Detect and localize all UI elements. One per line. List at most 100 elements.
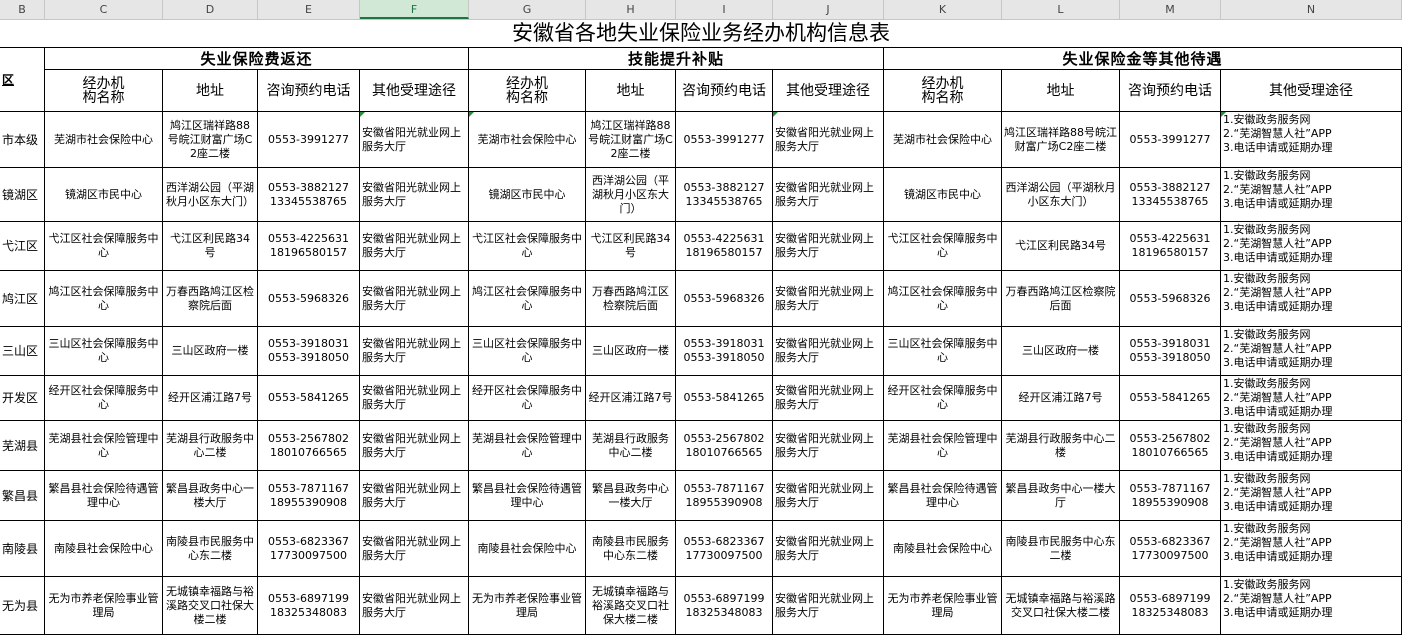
address-cell[interactable]: 南陵县市民服务中心东二楼 bbox=[1002, 521, 1120, 577]
address-cell[interactable]: 鸠江区瑞祥路88号皖江财富广场C2座二楼 bbox=[163, 112, 258, 168]
agency-cell[interactable]: 经开区社会保障服务中心 bbox=[45, 376, 163, 421]
column-header-l[interactable]: L bbox=[1002, 0, 1120, 19]
agency-cell[interactable]: 芜湖市社会保险中心 bbox=[884, 112, 1002, 168]
other-channel-cell[interactable]: 1.安徽政务服务网 2.“芜湖智慧人社”APP 3.电话申请或延期办理 bbox=[1221, 222, 1402, 271]
agency-cell[interactable]: 无为市养老保险事业管理局 bbox=[469, 577, 586, 635]
address-cell[interactable]: 万春西路鸠江区检察院后面 bbox=[1002, 271, 1120, 327]
address-cell[interactable]: 无城镇幸福路与裕溪路交叉口社保大楼二楼 bbox=[163, 577, 258, 635]
other-channel-cell[interactable]: 安徽省阳光就业网上服务大厅 bbox=[360, 577, 469, 635]
agency-cell[interactable]: 南陵县社会保险中心 bbox=[469, 521, 586, 577]
agency-cell[interactable]: 弋江区社会保障服务中心 bbox=[469, 222, 586, 271]
address-cell[interactable]: 繁昌县政务中心一楼大厅 bbox=[1002, 471, 1120, 521]
address-cell[interactable]: 鸠江区瑞祥路88号皖江财富广场C2座二楼 bbox=[586, 112, 676, 168]
phone-cell[interactable]: 0553-3882127 13345538765 bbox=[1120, 168, 1221, 222]
phone-cell[interactable]: 0553-6897199 18325348083 bbox=[1120, 577, 1221, 635]
other-channel-cell[interactable]: 安徽省阳光就业网上服务大厅 bbox=[773, 112, 884, 168]
other-channel-cell[interactable]: 1.安徽政务服务网 2.“芜湖智慧人社”APP 3.电话申请或延期办理 bbox=[1221, 271, 1402, 327]
agency-cell[interactable]: 南陵县社会保险中心 bbox=[884, 521, 1002, 577]
phone-cell[interactable]: 0553-5841265 bbox=[1120, 376, 1221, 421]
phone-cell[interactable]: 0553-5841265 bbox=[258, 376, 360, 421]
region-cell[interactable]: 芜湖县 bbox=[0, 421, 45, 471]
region-cell[interactable]: 镜湖区 bbox=[0, 168, 45, 222]
agency-cell[interactable]: 芜湖市社会保险中心 bbox=[469, 112, 586, 168]
agency-cell[interactable]: 三山区社会保障服务中心 bbox=[45, 327, 163, 376]
phone-cell[interactable]: 0553-6897199 18325348083 bbox=[676, 577, 773, 635]
address-cell[interactable]: 经开区浦江路7号 bbox=[586, 376, 676, 421]
other-channel-cell[interactable]: 1.安徽政务服务网 2.“芜湖智慧人社”APP 3.电话申请或延期办理 bbox=[1221, 421, 1402, 471]
region-cell[interactable]: 市本级 bbox=[0, 112, 45, 168]
phone-cell[interactable]: 0553-6823367 17730097500 bbox=[258, 521, 360, 577]
column-header-c[interactable]: C bbox=[45, 0, 163, 19]
agency-cell[interactable]: 芜湖县社会保险管理中心 bbox=[469, 421, 586, 471]
address-cell[interactable]: 弋江区利民路34号 bbox=[586, 222, 676, 271]
phone-cell[interactable]: 0553-3991277 bbox=[676, 112, 773, 168]
agency-cell[interactable]: 鸠江区社会保障服务中心 bbox=[884, 271, 1002, 327]
other-channel-cell[interactable]: 1.安徽政务服务网 2.“芜湖智慧人社”APP 3.电话申请或延期办理 bbox=[1221, 112, 1402, 168]
other-channel-cell[interactable]: 安徽省阳光就业网上服务大厅 bbox=[773, 577, 884, 635]
other-channel-cell[interactable]: 安徽省阳光就业网上服务大厅 bbox=[360, 376, 469, 421]
address-cell[interactable]: 无城镇幸福路与裕溪路交叉口社保大楼二楼 bbox=[586, 577, 676, 635]
address-cell[interactable]: 经开区浦江路7号 bbox=[163, 376, 258, 421]
other-channel-cell[interactable]: 安徽省阳光就业网上服务大厅 bbox=[360, 112, 469, 168]
phone-cell[interactable]: 0553-6897199 18325348083 bbox=[258, 577, 360, 635]
other-channel-cell[interactable]: 1.安徽政务服务网 2.“芜湖智慧人社”APP 3.电话申请或延期办理 bbox=[1221, 577, 1402, 635]
address-cell[interactable]: 无城镇幸福路与裕溪路交叉口社保大楼二楼 bbox=[1002, 577, 1120, 635]
other-channel-cell[interactable]: 1.安徽政务服务网 2.“芜湖智慧人社”APP 3.电话申请或延期办理 bbox=[1221, 471, 1402, 521]
agency-cell[interactable]: 镜湖区市民中心 bbox=[884, 168, 1002, 222]
address-cell[interactable]: 西洋湖公园（平湖秋月小区东大门） bbox=[1002, 168, 1120, 222]
phone-cell[interactable]: 0553-3991277 bbox=[258, 112, 360, 168]
column-header-n[interactable]: N bbox=[1221, 0, 1402, 19]
other-channel-cell[interactable]: 1.安徽政务服务网 2.“芜湖智慧人社”APP 3.电话申请或延期办理 bbox=[1221, 521, 1402, 577]
other-channel-cell[interactable]: 安徽省阳光就业网上服务大厅 bbox=[360, 271, 469, 327]
phone-cell[interactable]: 0553-5968326 bbox=[676, 271, 773, 327]
other-channel-cell[interactable]: 1.安徽政务服务网 2.“芜湖智慧人社”APP 3.电话申请或延期办理 bbox=[1221, 376, 1402, 421]
agency-cell[interactable]: 南陵县社会保险中心 bbox=[45, 521, 163, 577]
column-header-j[interactable]: J bbox=[773, 0, 884, 19]
phone-cell[interactable]: 0553-3918031 0553-3918050 bbox=[258, 327, 360, 376]
other-channel-cell[interactable]: 安徽省阳光就业网上服务大厅 bbox=[773, 421, 884, 471]
agency-cell[interactable]: 鸠江区社会保障服务中心 bbox=[469, 271, 586, 327]
agency-cell[interactable]: 鸠江区社会保障服务中心 bbox=[45, 271, 163, 327]
phone-cell[interactable]: 0553-3918031 0553-3918050 bbox=[1120, 327, 1221, 376]
address-cell[interactable]: 万春西路鸠江区检察院后面 bbox=[586, 271, 676, 327]
phone-cell[interactable]: 0553-6823367 17730097500 bbox=[1120, 521, 1221, 577]
agency-cell[interactable]: 经开区社会保障服务中心 bbox=[469, 376, 586, 421]
phone-cell[interactable]: 0553-3882127 13345538765 bbox=[676, 168, 773, 222]
column-header-f[interactable]: F bbox=[360, 0, 469, 19]
column-header-m[interactable]: M bbox=[1120, 0, 1221, 19]
phone-cell[interactable]: 0553-5841265 bbox=[676, 376, 773, 421]
other-channel-cell[interactable]: 安徽省阳光就业网上服务大厅 bbox=[360, 327, 469, 376]
column-header-k[interactable]: K bbox=[884, 0, 1002, 19]
phone-cell[interactable]: 0553-4225631 18196580157 bbox=[258, 222, 360, 271]
agency-cell[interactable]: 弋江区社会保障服务中心 bbox=[884, 222, 1002, 271]
phone-cell[interactable]: 0553-7871167 18955390908 bbox=[676, 471, 773, 521]
column-header-b[interactable]: B bbox=[0, 0, 45, 19]
address-cell[interactable]: 三山区政府一楼 bbox=[163, 327, 258, 376]
column-header-i[interactable]: I bbox=[676, 0, 773, 19]
other-channel-cell[interactable]: 安徽省阳光就业网上服务大厅 bbox=[773, 168, 884, 222]
other-channel-cell[interactable]: 1.安徽政务服务网 2.“芜湖智慧人社”APP 3.电话申请或延期办理 bbox=[1221, 327, 1402, 376]
address-cell[interactable]: 南陵县市民服务中心东二楼 bbox=[586, 521, 676, 577]
phone-cell[interactable]: 0553-2567802 18010766565 bbox=[676, 421, 773, 471]
agency-cell[interactable]: 芜湖县社会保险管理中心 bbox=[884, 421, 1002, 471]
address-cell[interactable]: 芜湖县行政服务中心二楼 bbox=[1002, 421, 1120, 471]
address-cell[interactable]: 三山区政府一楼 bbox=[1002, 327, 1120, 376]
column-header-d[interactable]: D bbox=[163, 0, 258, 19]
agency-cell[interactable]: 无为市养老保险事业管理局 bbox=[45, 577, 163, 635]
agency-cell[interactable]: 镜湖区市民中心 bbox=[469, 168, 586, 222]
address-cell[interactable]: 弋江区利民路34号 bbox=[1002, 222, 1120, 271]
column-header-g[interactable]: G bbox=[469, 0, 586, 19]
column-header-e[interactable]: E bbox=[258, 0, 360, 19]
phone-cell[interactable]: 0553-3918031 0553-3918050 bbox=[676, 327, 773, 376]
other-channel-cell[interactable]: 1.安徽政务服务网 2.“芜湖智慧人社”APP 3.电话申请或延期办理 bbox=[1221, 168, 1402, 222]
other-channel-cell[interactable]: 安徽省阳光就业网上服务大厅 bbox=[773, 327, 884, 376]
phone-cell[interactable]: 0553-5968326 bbox=[258, 271, 360, 327]
address-cell[interactable]: 繁昌县政务中心一楼大厅 bbox=[586, 471, 676, 521]
other-channel-cell[interactable]: 安徽省阳光就业网上服务大厅 bbox=[360, 222, 469, 271]
other-channel-cell[interactable]: 安徽省阳光就业网上服务大厅 bbox=[773, 471, 884, 521]
other-channel-cell[interactable]: 安徽省阳光就业网上服务大厅 bbox=[773, 521, 884, 577]
address-cell[interactable]: 南陵县市民服务中心东二楼 bbox=[163, 521, 258, 577]
region-cell[interactable]: 三山区 bbox=[0, 327, 45, 376]
phone-cell[interactable]: 0553-2567802 18010766565 bbox=[1120, 421, 1221, 471]
other-channel-cell[interactable]: 安徽省阳光就业网上服务大厅 bbox=[360, 471, 469, 521]
